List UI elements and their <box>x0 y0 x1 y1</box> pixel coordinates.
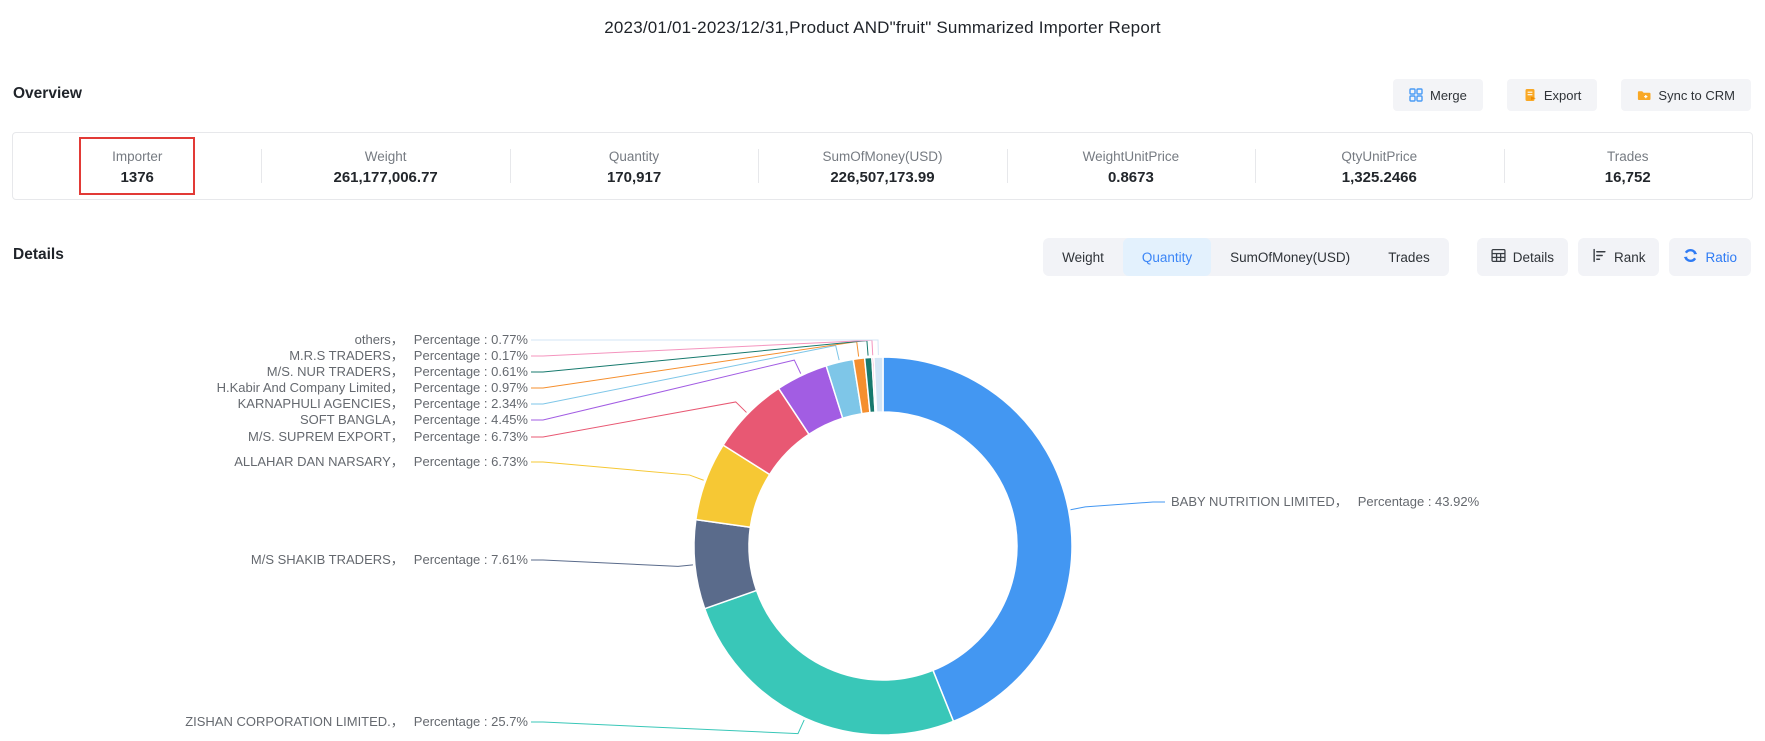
stat-weight: Weight 261,177,006.77 <box>261 133 509 199</box>
export-button-label: Export <box>1544 88 1582 103</box>
pie-segment[interactable] <box>705 590 954 735</box>
rank-view-button-label: Rank <box>1614 250 1646 265</box>
overview-stats-card: Importer 1376 Weight 261,177,006.77 Quan… <box>12 132 1753 200</box>
pie-label: ALLAHAR DAN NARSARY， Percentage : 6.73% <box>234 453 528 471</box>
export-icon <box>1523 88 1537 102</box>
sync-to-crm-button[interactable]: Sync to CRM <box>1621 79 1751 111</box>
overview-heading: Overview <box>13 85 82 103</box>
pie-label-percentage: Percentage : 0.97% <box>414 380 528 395</box>
details-view-button-label: Details <box>1513 250 1554 265</box>
stat-label: Trades <box>1607 149 1649 164</box>
pie-label-name: ALLAHAR DAN NARSARY， <box>234 454 404 469</box>
stat-sum-of-money: SumOfMoney(USD) 226,507,173.99 <box>758 133 1006 199</box>
stat-quantity: Quantity 170,917 <box>510 133 758 199</box>
pie-label-name: M/S. SUPREM EXPORT， <box>248 429 404 444</box>
export-button[interactable]: Export <box>1507 79 1598 111</box>
stat-value: 0.8673 <box>1108 169 1154 186</box>
pie-chart-svg <box>0 280 1765 741</box>
sync-crm-icon <box>1637 88 1651 102</box>
stat-value: 226,507,173.99 <box>830 169 934 186</box>
metric-tab-group: Weight Quantity SumOfMoney(USD) Trades <box>1043 238 1449 276</box>
pie-leader-line <box>1071 502 1165 510</box>
stat-value: 261,177,006.77 <box>333 169 437 186</box>
rank-view-button[interactable]: Rank <box>1578 238 1660 276</box>
pie-label-name: H.Kabir And Company Limited， <box>217 380 404 395</box>
stat-qty-unit-price: QtyUnitPrice 1,325.2466 <box>1255 133 1503 199</box>
pie-label-percentage: Percentage : 6.73% <box>414 429 528 444</box>
tab-weight[interactable]: Weight <box>1043 238 1123 276</box>
stat-value: 1376 <box>121 169 154 186</box>
tab-sum-of-money[interactable]: SumOfMoney(USD) <box>1211 238 1369 276</box>
pie-label: SOFT BANGLA， Percentage : 4.45% <box>300 411 528 429</box>
importer-ratio-donut-chart: BABY NUTRITION LIMITED， Percentage : 43.9… <box>0 280 1765 741</box>
sync-to-crm-button-label: Sync to CRM <box>1658 88 1735 103</box>
pie-label: others， Percentage : 0.77% <box>355 331 528 349</box>
pie-leader-line <box>531 462 704 480</box>
pie-label-name: others， <box>355 332 404 347</box>
merge-button[interactable]: Merge <box>1393 79 1483 111</box>
pie-label-name: BABY NUTRITION LIMITED， <box>1171 494 1348 509</box>
tab-trades[interactable]: Trades <box>1369 238 1449 276</box>
rank-icon <box>1592 248 1607 266</box>
pie-label-name: M/S. NUR TRADERS， <box>267 364 404 379</box>
importer-highlight-box <box>79 137 195 195</box>
merge-icon <box>1409 88 1423 102</box>
ratio-icon <box>1683 248 1698 266</box>
pie-label-name: M/S SHAKIB TRADERS， <box>251 552 404 567</box>
stat-label: QtyUnitPrice <box>1341 149 1417 164</box>
details-heading: Details <box>13 246 64 264</box>
pie-segment[interactable] <box>883 357 1072 721</box>
ratio-view-button[interactable]: Ratio <box>1669 238 1751 276</box>
pie-label-percentage: Percentage : 0.77% <box>414 332 528 347</box>
stat-label: WeightUnitPrice <box>1083 149 1180 164</box>
view-button-group: Details Rank <box>1477 238 1751 276</box>
pie-label: BABY NUTRITION LIMITED， Percentage : 43.9… <box>1171 493 1479 511</box>
stat-value: 170,917 <box>607 169 661 186</box>
pie-label: KARNAPHULI AGENCIES， Percentage : 2.34% <box>238 395 528 413</box>
stat-label: Weight <box>365 149 407 164</box>
pie-label-percentage: Percentage : 2.34% <box>414 396 528 411</box>
pie-label-percentage: Percentage : 43.92% <box>1358 494 1479 509</box>
pie-label-percentage: Percentage : 0.61% <box>414 364 528 379</box>
stat-value: 16,752 <box>1605 169 1651 186</box>
pie-label-percentage: Percentage : 6.73% <box>414 454 528 469</box>
pie-label-name: KARNAPHULI AGENCIES， <box>238 396 404 411</box>
pie-label: M/S. SUPREM EXPORT， Percentage : 6.73% <box>248 428 528 446</box>
pie-label-percentage: Percentage : 7.61% <box>414 552 528 567</box>
pie-label: M/S. NUR TRADERS， Percentage : 0.61% <box>267 363 528 381</box>
ratio-view-button-label: Ratio <box>1705 250 1737 265</box>
pie-label-percentage: Percentage : 4.45% <box>414 412 528 427</box>
page-title: 2023/01/01-2023/12/31,Product AND"fruit"… <box>0 18 1765 38</box>
stat-label: Quantity <box>609 149 659 164</box>
merge-button-label: Merge <box>1430 88 1467 103</box>
stat-importer: Importer 1376 <box>13 133 261 199</box>
details-controls: Weight Quantity SumOfMoney(USD) Trades D… <box>1043 238 1751 276</box>
stat-value: 1,325.2466 <box>1342 169 1417 186</box>
pie-leader-line <box>531 720 804 734</box>
pie-leader-line <box>531 560 693 566</box>
pie-label: ZISHAN CORPORATION LIMITED.， Percentage :… <box>185 713 528 731</box>
pie-label: H.Kabir And Company Limited， Percentage :… <box>217 379 528 397</box>
pie-leader-line <box>531 341 868 372</box>
pie-label-percentage: Percentage : 0.17% <box>414 348 528 363</box>
stat-label: SumOfMoney(USD) <box>822 149 942 164</box>
pie-leader-line <box>531 402 746 437</box>
pie-label: M.R.S TRADERS， Percentage : 0.17% <box>289 347 528 365</box>
stat-weight-unit-price: WeightUnitPrice 0.8673 <box>1007 133 1255 199</box>
pie-label-name: ZISHAN CORPORATION LIMITED.， <box>185 714 404 729</box>
table-icon <box>1491 248 1506 266</box>
overview-actions: Merge Export Sync to CRM <box>1393 79 1751 111</box>
details-view-button[interactable]: Details <box>1477 238 1568 276</box>
stat-label: Importer <box>112 149 162 164</box>
pie-label-percentage: Percentage : 25.7% <box>414 714 528 729</box>
stat-trades: Trades 16,752 <box>1504 133 1752 199</box>
pie-label-name: SOFT BANGLA， <box>300 412 404 427</box>
tab-quantity[interactable]: Quantity <box>1123 238 1211 276</box>
pie-label: M/S SHAKIB TRADERS， Percentage : 7.61% <box>251 551 528 569</box>
pie-label-name: M.R.S TRADERS， <box>289 348 404 363</box>
